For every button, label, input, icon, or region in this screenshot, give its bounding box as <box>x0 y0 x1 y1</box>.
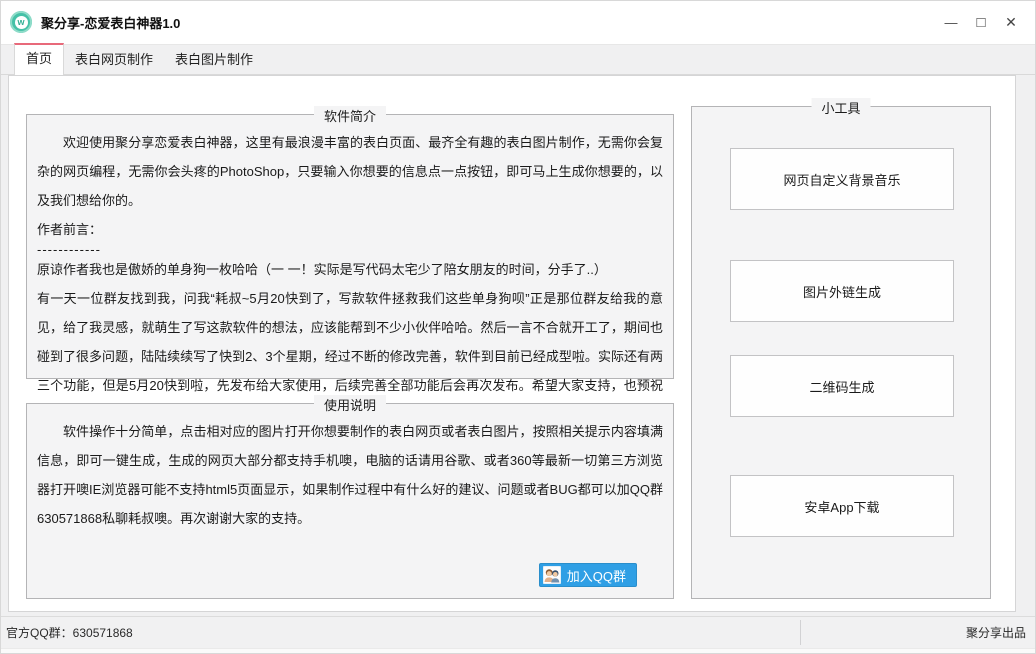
window-title: 聚分享-恋爱表白神器1.0 <box>41 13 180 32</box>
intro-preface-label: 作者前言： <box>37 215 663 244</box>
tool-button-image-external-link[interactable]: 图片外链生成 <box>730 260 954 322</box>
title-bar: w 聚分享-恋爱表白神器1.0 — □ ✕ <box>0 0 1036 45</box>
small-tools-groupbox: 小工具 网页自定义背景音乐 图片外链生成 二维码生成 安卓App下载 <box>691 106 991 599</box>
app-logo-icon: w <box>10 11 32 33</box>
tab-strip: 首页 表白网页制作 表白图片制作 <box>0 45 1036 75</box>
tool-button-android-app-download[interactable]: 安卓App下载 <box>730 475 954 537</box>
software-intro-title: 软件简介 <box>314 106 386 125</box>
software-intro-groupbox: 软件简介 欢迎使用聚分享恋爱表白神器，这里有最浪漫丰富的表白页面、最齐全有趣的表… <box>26 114 674 379</box>
minimize-button[interactable]: — <box>936 8 966 36</box>
maximize-button[interactable]: □ <box>966 8 996 36</box>
intro-confession-paragraph: 原谅作者我也是傲娇的单身狗一枚哈哈（一 一！实际是写代码太宅少了陪女朋友的时间，… <box>37 255 663 284</box>
join-qq-group-label: 加入QQ群 <box>567 566 626 585</box>
status-official-qq-group: 官方QQ群：630571868 <box>0 624 133 641</box>
tool-button-qr-code-generator[interactable]: 二维码生成 <box>730 355 954 417</box>
tool-button-custom-background-music[interactable]: 网页自定义背景音乐 <box>730 148 954 210</box>
close-button[interactable]: ✕ <box>996 8 1026 36</box>
home-tab-page: 软件简介 欢迎使用聚分享恋爱表白神器，这里有最浪漫丰富的表白页面、最齐全有趣的表… <box>8 75 1016 612</box>
app-logo-glyph: w <box>15 16 28 29</box>
status-bar-divider <box>800 620 801 645</box>
join-qq-group-button[interactable]: 加入QQ群 <box>539 563 637 587</box>
small-tools-title: 小工具 <box>811 98 870 117</box>
tab-confession-image-maker[interactable]: 表白图片制作 <box>164 45 264 74</box>
usage-instructions-groupbox: 使用说明 软件操作十分简单，点击相对应的图片打开你想要制作的表白网页或者表白图片… <box>26 403 674 599</box>
intro-welcome-paragraph: 欢迎使用聚分享恋爱表白神器，这里有最浪漫丰富的表白页面、最齐全有趣的表白图片制作… <box>37 128 663 215</box>
tab-confession-webpage-maker[interactable]: 表白网页制作 <box>64 45 164 74</box>
window-controls: — □ ✕ <box>936 8 1026 36</box>
intro-divider-top: ------------ <box>37 244 663 255</box>
qq-group-people-icon <box>543 566 561 584</box>
usage-instructions-title: 使用说明 <box>314 395 386 414</box>
usage-instructions-body: 软件操作十分简单，点击相对应的图片打开你想要制作的表白网页或者表白图片，按照相关… <box>27 404 673 533</box>
usage-paragraph: 软件操作十分简单，点击相对应的图片打开你想要制作的表白网页或者表白图片，按照相关… <box>37 417 663 533</box>
window-bottom-edge <box>0 648 1036 654</box>
status-bar: 官方QQ群：630571868 聚分享出品 <box>0 616 1036 648</box>
status-publisher: 聚分享出品 <box>966 624 1036 641</box>
software-intro-body: 欢迎使用聚分享恋爱表白神器，这里有最浪漫丰富的表白页面、最齐全有趣的表白图片制作… <box>27 115 673 440</box>
tab-home[interactable]: 首页 <box>14 43 64 75</box>
